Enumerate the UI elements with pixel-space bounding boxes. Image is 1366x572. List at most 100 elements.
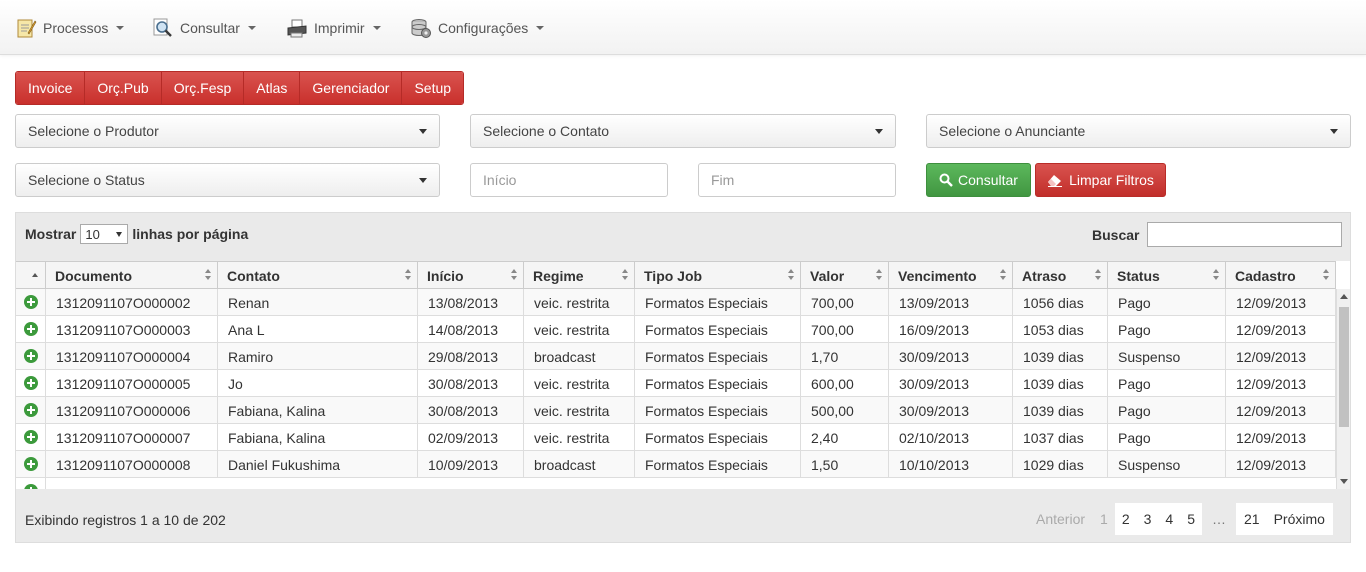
search-input[interactable] bbox=[1147, 222, 1342, 247]
anunciante-select[interactable]: Selecione o Anunciante bbox=[926, 114, 1351, 148]
contato-select[interactable]: Selecione o Contato bbox=[470, 114, 896, 148]
cell-contato: Ana L bbox=[218, 316, 418, 343]
table-row[interactable]: 1312091107O000003 Ana L 14/08/2013 veic. re… bbox=[16, 316, 1336, 343]
cell-valor: 1,50 bbox=[801, 451, 889, 478]
status-select[interactable]: Selecione o Status bbox=[15, 163, 440, 197]
expand-column-header[interactable] bbox=[16, 262, 46, 289]
scroll-up-arrow-icon[interactable] bbox=[1340, 294, 1348, 299]
expand-row-plus-icon[interactable] bbox=[24, 376, 38, 390]
nav-imprimir[interactable]: Imprimir bbox=[286, 14, 381, 42]
cell-inicio: 14/08/2013 bbox=[418, 316, 524, 343]
column-header-vencimento[interactable]: Vencimento bbox=[889, 262, 1013, 289]
show-prefix: Mostrar bbox=[25, 226, 77, 242]
show-suffix: linhas por página bbox=[132, 226, 249, 242]
produtor-select[interactable]: Selecione o Produtor bbox=[15, 114, 440, 148]
cell-atraso: 1053 dias bbox=[1013, 316, 1108, 343]
pagination-page-2[interactable]: 2 bbox=[1114, 503, 1137, 535]
table-scrollbar[interactable] bbox=[1336, 289, 1350, 489]
column-header-contato[interactable]: Contato bbox=[218, 262, 418, 289]
nav-processos[interactable]: Processos bbox=[15, 14, 125, 42]
column-header-atraso[interactable]: Atraso bbox=[1013, 262, 1108, 289]
expand-row-plus-icon[interactable] bbox=[24, 349, 38, 363]
cell-inicio: 10/09/2013 bbox=[418, 451, 524, 478]
results-panel: Mostrar 10 linhas por página Buscar Docu… bbox=[15, 212, 1351, 543]
setup-button[interactable]: Setup bbox=[402, 72, 464, 104]
chevron-down-icon bbox=[875, 129, 883, 134]
table-row[interactable]: 1312091107O000008 Daniel Fukushima 10/09/2… bbox=[16, 451, 1336, 478]
cell-tipo-job: Formatos Especiais bbox=[635, 343, 801, 370]
pagination-page-1[interactable]: 1 bbox=[1093, 503, 1115, 535]
records-info: Exibindo registros 1 a 10 de 202 bbox=[25, 512, 226, 528]
column-header-cadastro[interactable]: Cadastro bbox=[1226, 262, 1336, 289]
cell-documento: 1312091107O000005 bbox=[46, 370, 218, 397]
table-row[interactable]: 1312091107O000004 Ramiro 29/08/2013 broadca… bbox=[16, 343, 1336, 370]
orc-fesp-button[interactable]: Orç.Fesp bbox=[161, 72, 245, 104]
consultar-button[interactable]: Consultar bbox=[926, 163, 1031, 197]
sort-icon bbox=[1213, 269, 1220, 281]
pagination-page-3[interactable]: 3 bbox=[1136, 503, 1159, 535]
column-header-inicio[interactable]: Início bbox=[418, 262, 524, 289]
cell-valor: 700,00 bbox=[801, 289, 889, 316]
column-label: Vencimento bbox=[898, 267, 977, 284]
cell-status: Pago bbox=[1108, 424, 1226, 451]
cell-atraso: 1029 dias bbox=[1013, 451, 1108, 478]
inicio-date-input[interactable] bbox=[470, 163, 668, 197]
cell-documento: 1312091107O000003 bbox=[46, 316, 218, 343]
cell-vencimento: 30/09/2013 bbox=[889, 370, 1013, 397]
table-row[interactable]: 1312091107O000005 Jo 30/08/2013 veic. restr… bbox=[16, 370, 1336, 397]
nav-label: Processos bbox=[43, 20, 109, 36]
cell-documento: 1312091107O000004 bbox=[46, 343, 218, 370]
expand-row-plus-icon[interactable] bbox=[24, 484, 38, 489]
pagination-page-4[interactable]: 4 bbox=[1158, 503, 1181, 535]
search-icon bbox=[939, 173, 953, 187]
expand-row-plus-icon[interactable] bbox=[24, 322, 38, 336]
limpar-filtros-button[interactable]: Limpar Filtros bbox=[1035, 163, 1166, 197]
column-header-status[interactable]: Status bbox=[1108, 262, 1226, 289]
column-header-tipo-job[interactable]: Tipo Job bbox=[635, 262, 801, 289]
column-label: Contato bbox=[227, 267, 280, 284]
data-table: Documento Contato Início Regime Tipo Job… bbox=[16, 261, 1350, 489]
nav-consultar[interactable]: Consultar bbox=[152, 14, 256, 42]
nav-configuracoes[interactable]: Configurações bbox=[410, 14, 545, 42]
eraser-icon bbox=[1048, 175, 1063, 187]
sort-icon bbox=[788, 269, 795, 281]
cell-vencimento: 02/10/2013 bbox=[889, 424, 1013, 451]
table-row[interactable]: 1312091107O000006 Fabiana, Kalina 30/08/20… bbox=[16, 397, 1336, 424]
expand-row-plus-icon[interactable] bbox=[24, 430, 38, 444]
cell-regime: veic. restrita bbox=[524, 289, 635, 316]
cell-atraso: 1056 dias bbox=[1013, 289, 1108, 316]
column-label: Status bbox=[1117, 267, 1160, 284]
nav-label: Imprimir bbox=[314, 20, 365, 36]
column-header-regime[interactable]: Regime bbox=[524, 262, 635, 289]
expand-row-plus-icon[interactable] bbox=[24, 295, 38, 309]
fim-date-input[interactable] bbox=[698, 163, 896, 197]
cell-cadastro: 12/09/2013 bbox=[1226, 424, 1336, 451]
cell-contato: Ramiro bbox=[218, 343, 418, 370]
expand-cell bbox=[16, 343, 46, 370]
atlas-button[interactable]: Atlas bbox=[244, 72, 301, 104]
pagination-previous[interactable]: Anterior bbox=[1028, 503, 1093, 535]
page-length-select[interactable]: 10 bbox=[80, 224, 129, 244]
cell-contato: Fabiana, Kalina bbox=[218, 397, 418, 424]
expand-row-plus-icon[interactable] bbox=[24, 457, 38, 471]
invoice-button[interactable]: Invoice bbox=[16, 72, 86, 104]
table-row[interactable]: 1312091107O000007 Fabiana, Kalina 02/09/20… bbox=[16, 424, 1336, 451]
pagination-next[interactable]: Próximo bbox=[1267, 503, 1333, 535]
pagination-page-5[interactable]: 5 bbox=[1180, 503, 1203, 535]
column-header-valor[interactable]: Valor bbox=[801, 262, 889, 289]
cell-tipo-job: Formatos Especiais bbox=[635, 370, 801, 397]
column-label: Início bbox=[427, 267, 464, 284]
pagination-page-21[interactable]: 21 bbox=[1236, 503, 1268, 535]
cell-status: Pago bbox=[1108, 316, 1226, 343]
cell-contato: Fabiana, Kalina bbox=[218, 424, 418, 451]
table-row[interactable] bbox=[16, 478, 1336, 489]
column-header-documento[interactable]: Documento bbox=[46, 262, 218, 289]
anunciante-select-value: Selecione o Anunciante bbox=[939, 123, 1086, 139]
expand-row-plus-icon[interactable] bbox=[24, 403, 38, 417]
gerenciador-button[interactable]: Gerenciador bbox=[300, 72, 403, 104]
chevron-down-icon bbox=[419, 129, 427, 134]
table-row[interactable]: 1312091107O000002 Renan 13/08/2013 veic. re… bbox=[16, 289, 1336, 316]
orc-pub-button[interactable]: Orç.Pub bbox=[85, 72, 162, 104]
scrollbar-thumb[interactable] bbox=[1339, 307, 1349, 427]
scroll-down-arrow-icon[interactable] bbox=[1340, 479, 1348, 484]
